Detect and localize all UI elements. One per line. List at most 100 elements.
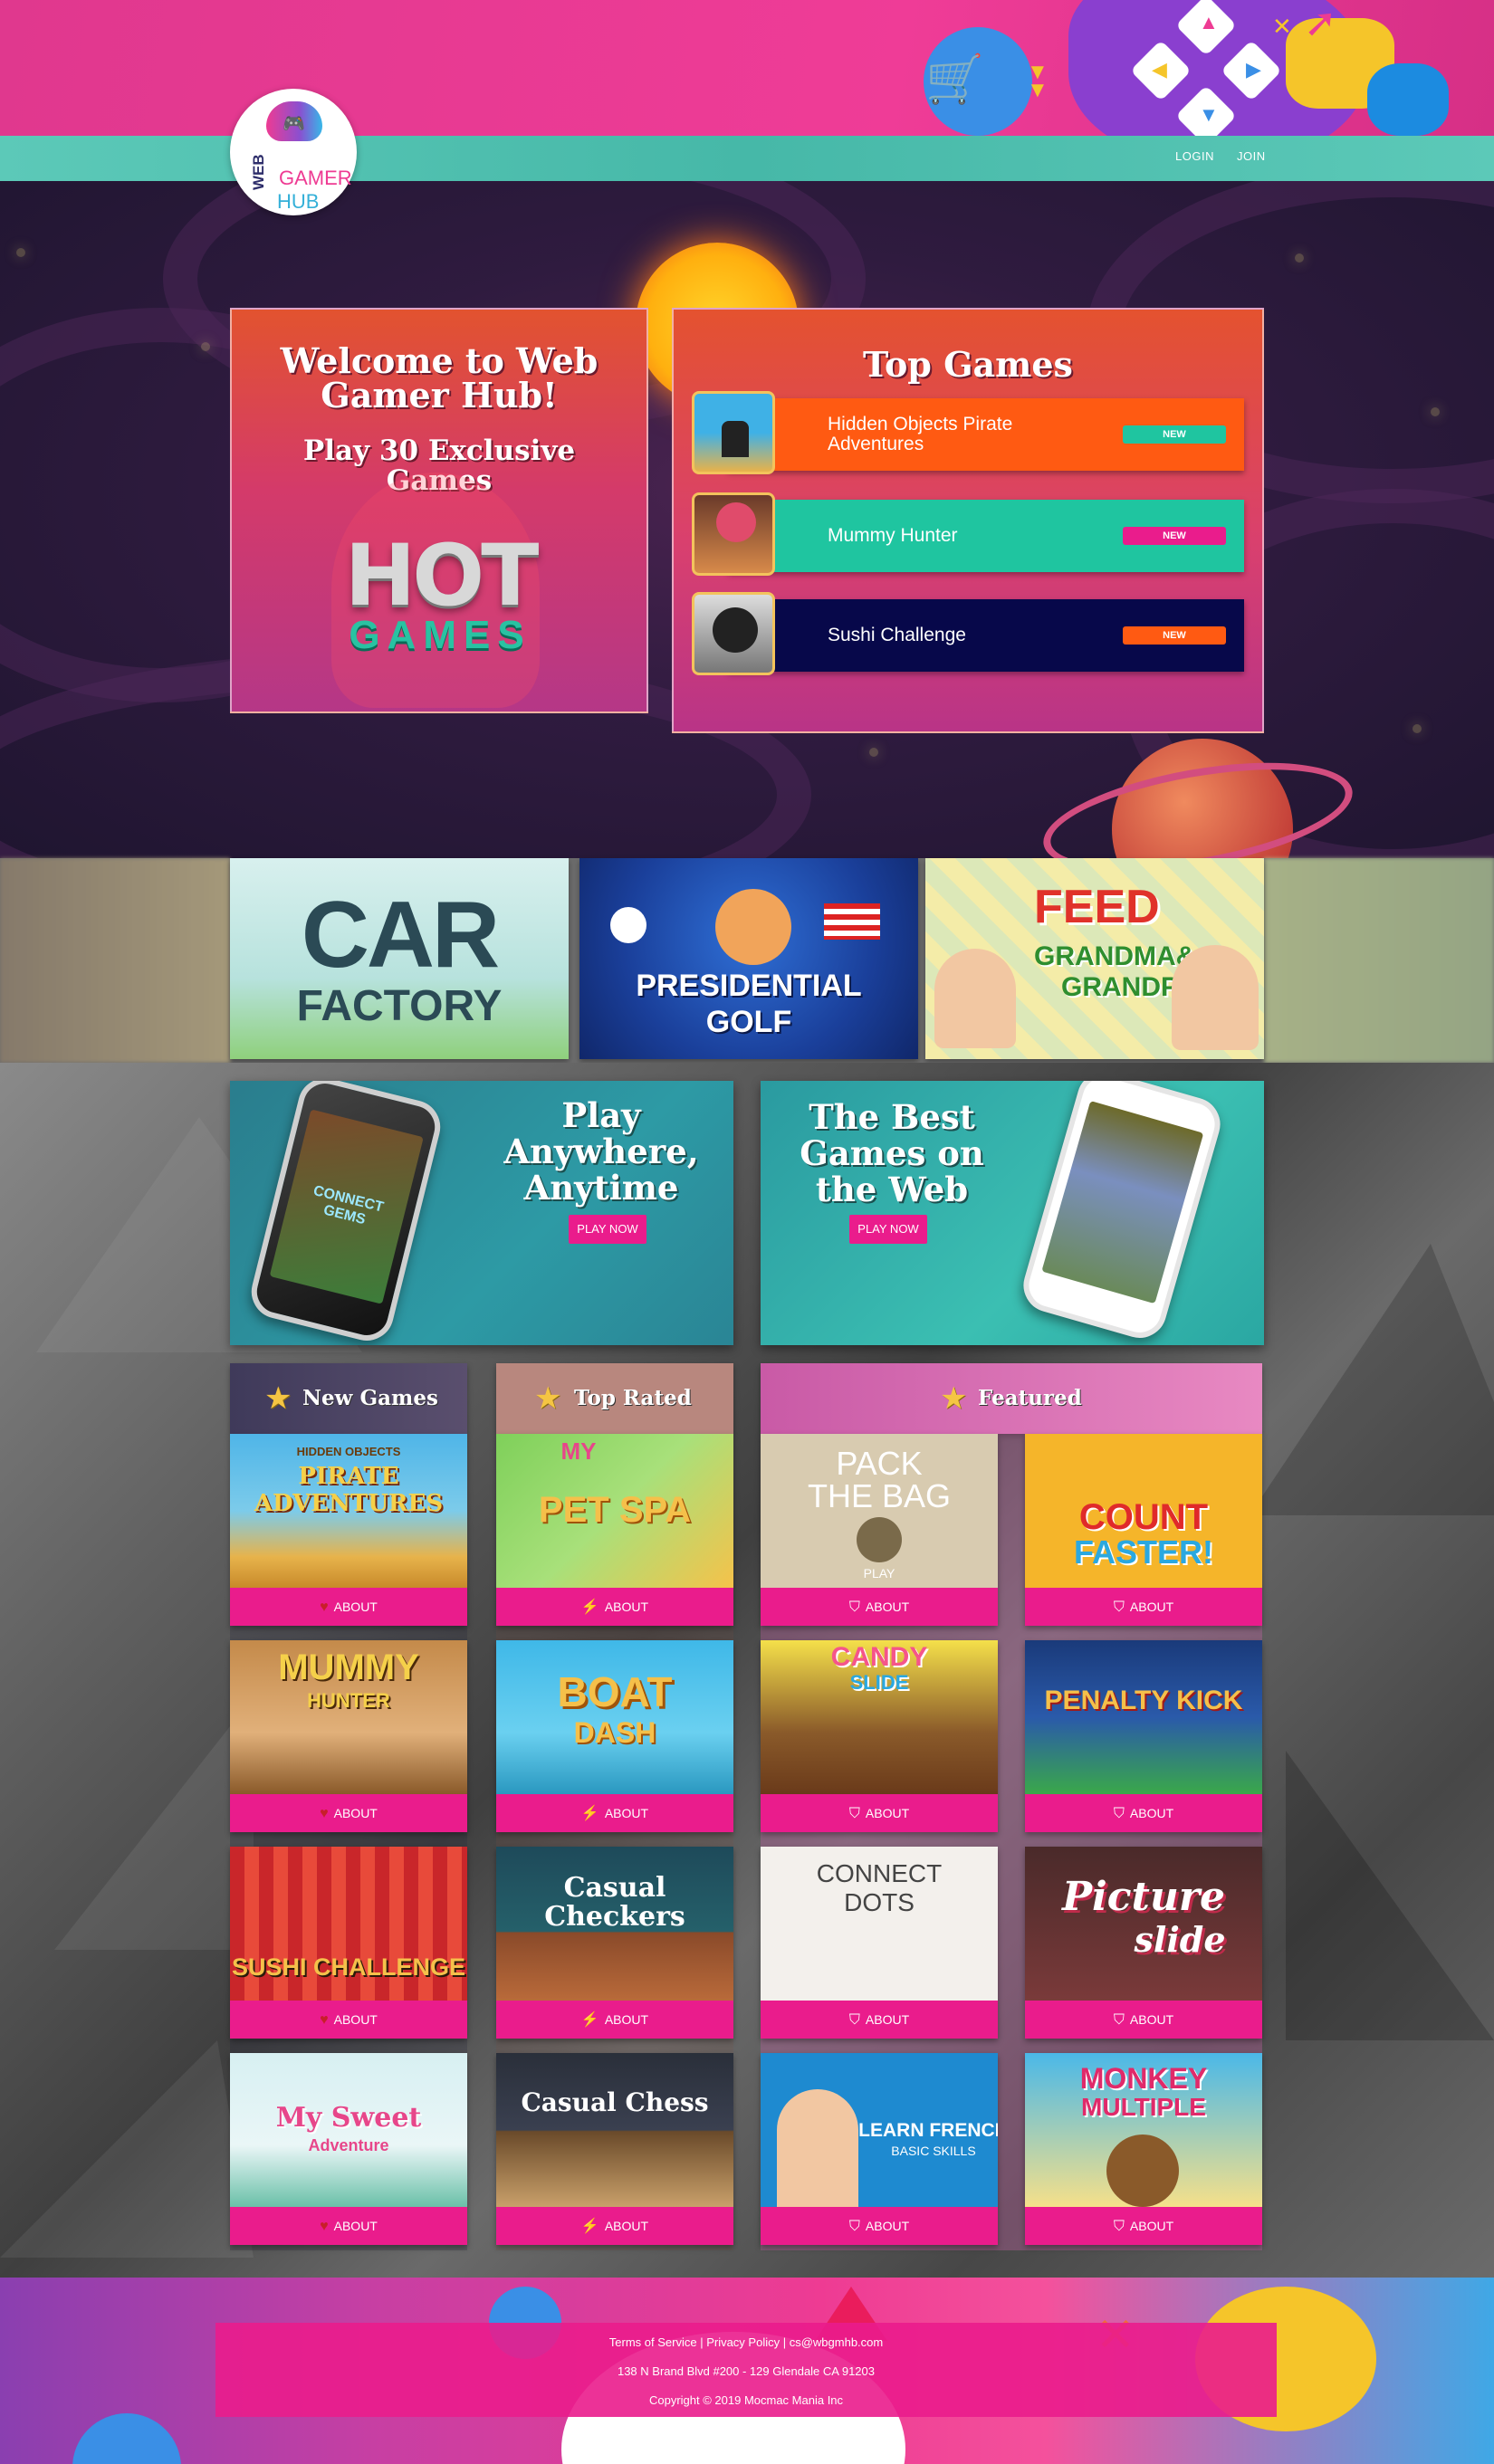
game-subtitle: HUNTER bbox=[307, 1689, 390, 1712]
about-button[interactable]: ⛉ ABOUT bbox=[761, 1794, 998, 1832]
game-thumbnail: SUSHI CHALLENGE bbox=[230, 1847, 467, 2001]
game-card[interactable]: MY PET SPA ⚡ ABOUT bbox=[496, 1434, 733, 1626]
game-card[interactable]: Casual Checkers ⚡ ABOUT bbox=[496, 1847, 733, 2039]
game-card[interactable]: PENALTY KICK ⛉ ABOUT bbox=[1025, 1640, 1262, 1832]
tile-title: CAR bbox=[301, 883, 500, 988]
tile-subtitle: FACTORY bbox=[296, 982, 503, 1030]
privacy-link[interactable]: Privacy Policy bbox=[706, 2335, 780, 2349]
about-button[interactable]: ♥ ABOUT bbox=[230, 2001, 467, 2039]
presidential-golf-tile[interactable]: PRESIDENTIAL GOLF bbox=[579, 858, 918, 1059]
character-face bbox=[715, 889, 791, 965]
game-title: Casual bbox=[563, 1872, 666, 1904]
tile-subtitle: GRANDMA& bbox=[1034, 941, 1196, 971]
game-card[interactable]: PACK THE BAG PLAY ⛉ ABOUT bbox=[761, 1434, 998, 1626]
top-game-thumbnail bbox=[692, 592, 775, 675]
about-label: ABOUT bbox=[604, 1806, 649, 1820]
play-now-button[interactable]: PLAY NOW bbox=[849, 1215, 927, 1244]
game-caption: PLAY bbox=[863, 1566, 895, 1581]
game-title: COUNT bbox=[1078, 1497, 1209, 1537]
car-factory-tile[interactable]: CAR FACTORY bbox=[230, 858, 569, 1059]
star-icon: ★ bbox=[940, 1381, 968, 1416]
about-button[interactable]: ⛉ ABOUT bbox=[1025, 1794, 1262, 1832]
game-title: PIRATE ADVENTURES bbox=[254, 1463, 444, 1517]
game-subtitle: slide bbox=[1134, 1919, 1226, 1960]
game-title: Casual Chess bbox=[521, 2087, 709, 2117]
promo-text: The Best Games on the Web bbox=[800, 1097, 984, 1209]
site-logo[interactable]: 🎮 WEB GAMER HUB bbox=[230, 89, 357, 215]
about-button[interactable]: ♥ ABOUT bbox=[230, 2207, 467, 2245]
heart-icon: ♥ bbox=[320, 2012, 329, 2028]
about-button[interactable]: ⛉ ABOUT bbox=[1025, 2207, 1262, 2245]
game-card[interactable]: HIDDEN OBJECTS PIRATE ADVENTURES ♥ ABOUT bbox=[230, 1434, 467, 1626]
phone-illustration: CONNECT GEMS bbox=[245, 1081, 446, 1345]
grandma-character bbox=[1172, 945, 1259, 1050]
game-card[interactable]: CANDY SLIDE ⛉ ABOUT bbox=[761, 1640, 998, 1832]
game-title: CONNECT bbox=[816, 1859, 943, 1887]
game-card[interactable]: MONKEY MULTIPLE ⛉ ABOUT bbox=[1025, 2053, 1262, 2245]
top-rated-header: ★ Top Rated bbox=[496, 1363, 733, 1434]
about-button[interactable]: ♥ ABOUT bbox=[230, 1588, 467, 1626]
promo-banner-play-anywhere[interactable]: CONNECT GEMS Play Anywhere, Anytime PLAY… bbox=[230, 1081, 733, 1345]
strip-side-blur-left bbox=[0, 858, 230, 1063]
game-thumbnail: PACK THE BAG PLAY bbox=[761, 1434, 998, 1588]
terms-link[interactable]: Terms of Service bbox=[609, 2335, 697, 2349]
about-button[interactable]: ⛉ ABOUT bbox=[761, 1588, 998, 1626]
game-card[interactable]: Casual Chess ⚡ ABOUT bbox=[496, 2053, 733, 2245]
game-card[interactable]: MUMMY HUNTER ♥ ABOUT bbox=[230, 1640, 467, 1832]
email-link[interactable]: cs@wbgmhb.com bbox=[790, 2335, 884, 2349]
top-game-row[interactable]: Mummy Hunter NEW bbox=[692, 492, 1244, 576]
star-icon: ★ bbox=[264, 1381, 292, 1416]
heart-icon: ♥ bbox=[320, 1806, 329, 1821]
top-game-name: Mummy Hunter bbox=[828, 525, 958, 546]
about-button[interactable]: ⛉ ABOUT bbox=[761, 2207, 998, 2245]
about-button[interactable]: ⚡ ABOUT bbox=[496, 2207, 733, 2245]
game-card[interactable]: LEARN FRENCH BASIC SKILLS ⛉ ABOUT bbox=[761, 2053, 998, 2245]
footer-decor-blob bbox=[72, 2413, 181, 2464]
about-button[interactable]: ♥ ABOUT bbox=[230, 1794, 467, 1832]
top-game-row[interactable]: Hidden Objects Pirate Adventures NEW bbox=[692, 391, 1244, 474]
about-button[interactable]: ⛉ ABOUT bbox=[1025, 1588, 1262, 1626]
about-button[interactable]: ⛉ ABOUT bbox=[761, 2001, 998, 2039]
game-card[interactable]: My Sweet Adventure ♥ ABOUT bbox=[230, 2053, 467, 2245]
about-label: ABOUT bbox=[333, 2219, 378, 2233]
header-nav-band bbox=[0, 136, 1494, 181]
about-label: ABOUT bbox=[604, 1600, 649, 1614]
game-card[interactable]: BOAT DASH ⚡ ABOUT bbox=[496, 1640, 733, 1832]
about-button[interactable]: ⛉ ABOUT bbox=[1025, 2001, 1262, 2039]
game-card[interactable]: SUSHI CHALLENGE ♥ ABOUT bbox=[230, 1847, 467, 2039]
about-button[interactable]: ⚡ ABOUT bbox=[496, 1794, 733, 1832]
feed-grandma-grandpa-tile[interactable]: FEED GRANDMA& GRANDPA bbox=[925, 858, 1264, 1059]
lightning-icon: ⚡ bbox=[580, 2012, 599, 2028]
new-badge: NEW bbox=[1123, 527, 1226, 545]
play-now-button[interactable]: PLAY NOW bbox=[569, 1215, 646, 1244]
game-thumbnail: MONKEY MULTIPLE bbox=[1025, 2053, 1262, 2207]
game-subtitle: BASIC SKILLS bbox=[891, 2144, 976, 2158]
join-link[interactable]: JOIN bbox=[1237, 149, 1266, 163]
column-title: New Games bbox=[302, 1386, 438, 1410]
about-label: ABOUT bbox=[333, 2012, 378, 2027]
about-label: ABOUT bbox=[1129, 1806, 1174, 1820]
new-games-header: ★ New Games bbox=[230, 1363, 467, 1434]
header-decor-blob bbox=[1367, 63, 1449, 136]
game-thumbnail: CANDY SLIDE bbox=[761, 1640, 998, 1794]
login-link[interactable]: LOGIN bbox=[1175, 149, 1214, 163]
promo-banner-best-games[interactable]: The Best Games on the Web PLAY NOW bbox=[761, 1081, 1264, 1345]
about-button[interactable]: ⚡ ABOUT bbox=[496, 1588, 733, 1626]
heart-icon: ♥ bbox=[320, 1600, 329, 1615]
game-thumbnail: PENALTY KICK bbox=[1025, 1640, 1262, 1794]
separator: | bbox=[780, 2335, 790, 2349]
heart-icon: ♥ bbox=[320, 2219, 329, 2234]
game-card[interactable]: COUNT FASTER! ⛉ ABOUT bbox=[1025, 1434, 1262, 1626]
game-card[interactable]: Picture slide ⛉ ABOUT bbox=[1025, 1847, 1262, 2039]
game-thumbnail: MUMMY HUNTER bbox=[230, 1640, 467, 1794]
game-title: PENALTY KICK bbox=[1044, 1686, 1243, 1715]
game-thumbnail: Picture slide bbox=[1025, 1847, 1262, 2001]
game-title: MONKEY bbox=[1079, 2062, 1208, 2095]
game-thumbnail: MY PET SPA bbox=[496, 1434, 733, 1588]
grandpa-character bbox=[934, 949, 1016, 1048]
featured-header: ★ Featured bbox=[761, 1363, 1262, 1434]
shield-icon: ⛉ bbox=[848, 1806, 860, 1821]
about-button[interactable]: ⚡ ABOUT bbox=[496, 2001, 733, 2039]
top-game-row[interactable]: Sushi Challenge NEW bbox=[692, 592, 1244, 675]
game-card[interactable]: CONNECT DOTS ⛉ ABOUT bbox=[761, 1847, 998, 2039]
